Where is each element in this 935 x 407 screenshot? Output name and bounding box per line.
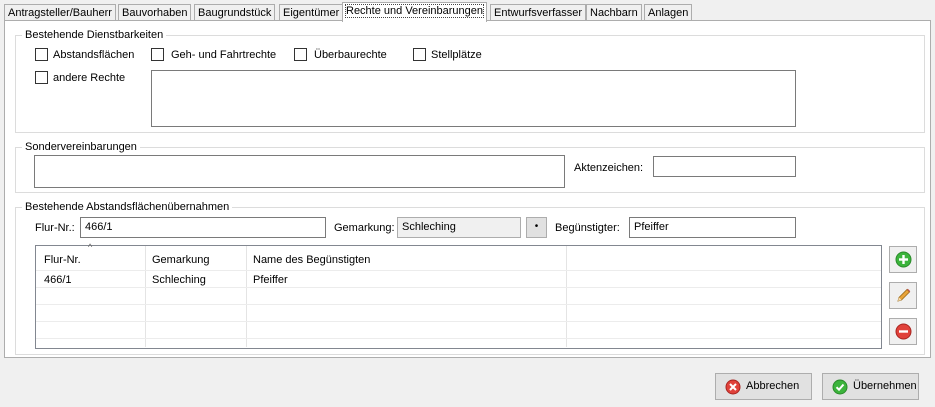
- tab-eigentuemer[interactable]: Eigentümer: [279, 4, 344, 21]
- gemarkung-input: Schleching: [397, 217, 521, 238]
- tab-label: Bauvorhaben: [122, 7, 188, 19]
- cell-flur-nr: 466/1: [44, 274, 72, 286]
- column-divider: [566, 246, 567, 347]
- row-divider: [36, 287, 881, 288]
- tab-antragsteller[interactable]: Antragsteller/Bauherr: [4, 4, 116, 21]
- plus-circle-icon: [895, 251, 912, 268]
- stellplaetze-checkbox[interactable]: [413, 48, 426, 61]
- column-header-flur-nr[interactable]: Flur-Nr.: [44, 253, 81, 267]
- row-divider: [36, 304, 881, 305]
- aktenzeichen-label: Aktenzeichen:: [574, 162, 644, 174]
- edit-button[interactable]: [889, 282, 917, 309]
- tab-nachbarn[interactable]: Nachbarn: [586, 4, 642, 21]
- abstandsflaechen-checkbox[interactable]: [35, 48, 48, 61]
- pencil-icon: [897, 288, 911, 302]
- dots-icon: •: [534, 221, 539, 232]
- cancel-icon: [725, 379, 741, 395]
- andere-rechte-checkbox[interactable]: [35, 71, 48, 84]
- andere-rechte-label: andere Rechte: [53, 72, 126, 84]
- sondervereinbarungen-title: Sondervereinbarungen: [22, 140, 140, 154]
- column-header-name[interactable]: Name des Begünstigten: [253, 253, 370, 267]
- minus-circle-icon: [895, 323, 912, 340]
- ueberbaurechte-label: Überbaurechte: [314, 49, 387, 61]
- tab-label: Antragsteller/Bauherr: [8, 7, 112, 19]
- remove-button[interactable]: [889, 318, 917, 345]
- column-divider: [246, 246, 247, 347]
- tab-baugrundstueck[interactable]: Baugrundstück: [194, 4, 276, 21]
- abstandsflaechen-label: Abstandsflächen: [53, 49, 135, 61]
- beguenstigter-input[interactable]: Pfeiffer: [629, 217, 796, 238]
- abstand-grid[interactable]: ^ Flur-Nr. Gemarkung Name des Begünstigt…: [35, 242, 882, 349]
- row-divider: [36, 321, 881, 322]
- uebernehmen-label: Übernehmen: [853, 380, 917, 392]
- check-icon: [832, 379, 848, 395]
- tab-label: Rechte und Vereinbarungen: [345, 4, 484, 18]
- tab-entwurfsverfasser[interactable]: Entwurfsverfasser: [490, 4, 587, 21]
- gemarkung-picker-button[interactable]: •: [526, 217, 547, 238]
- stellplaetze-label: Stellplätze: [431, 49, 482, 61]
- sort-ascending-icon: ^: [88, 242, 93, 252]
- add-button[interactable]: [889, 246, 917, 273]
- tab-label: Eigentümer: [283, 7, 340, 19]
- gemarkung-label: Gemarkung:: [334, 222, 395, 234]
- tab-panel: Bestehende Dienstbarkeiten Abstandsfläch…: [4, 20, 931, 358]
- column-divider: [145, 246, 146, 347]
- row-divider: [36, 338, 881, 339]
- flur-nr-input[interactable]: 466/1: [80, 217, 326, 238]
- abbrechen-label: Abbrechen: [746, 380, 800, 392]
- beguenstigter-label: Begünstigter:: [555, 222, 620, 234]
- sondervereinbarungen-textarea[interactable]: [34, 155, 565, 188]
- abstandsflaechen-uebernahmen-title: Bestehende Abstandsflächenübernahmen: [22, 200, 233, 214]
- dienstbarkeiten-title: Bestehende Dienstbarkeiten: [22, 28, 167, 42]
- tab-label: Nachbarn: [590, 7, 638, 19]
- andere-rechte-textarea[interactable]: [151, 70, 796, 127]
- cell-gemarkung: Schleching: [152, 274, 206, 286]
- tab-label: Anlagen: [648, 7, 689, 19]
- geh-fahrtrechte-label: Geh- und Fahrtrechte: [171, 49, 277, 61]
- geh-fahrtrechte-checkbox[interactable]: [151, 48, 164, 61]
- tab-label: Baugrundstück: [198, 7, 272, 19]
- ueberbaurechte-checkbox[interactable]: [294, 48, 307, 61]
- row-divider: [36, 270, 881, 271]
- column-header-gemarkung[interactable]: Gemarkung: [152, 253, 209, 267]
- tab-bauvorhaben[interactable]: Bauvorhaben: [118, 4, 192, 21]
- aktenzeichen-input[interactable]: [653, 156, 796, 177]
- tab-rechte-vereinbarungen[interactable]: Rechte und Vereinbarungen: [342, 2, 487, 22]
- tab-anlagen[interactable]: Anlagen: [644, 4, 693, 21]
- uebernehmen-button[interactable]: Übernehmen: [822, 373, 919, 400]
- tab-label: Entwurfsverfasser: [494, 7, 583, 19]
- abbrechen-button[interactable]: Abbrechen: [715, 373, 812, 400]
- cell-name: Pfeiffer: [253, 274, 288, 286]
- flur-nr-label: Flur-Nr.:: [35, 222, 75, 234]
